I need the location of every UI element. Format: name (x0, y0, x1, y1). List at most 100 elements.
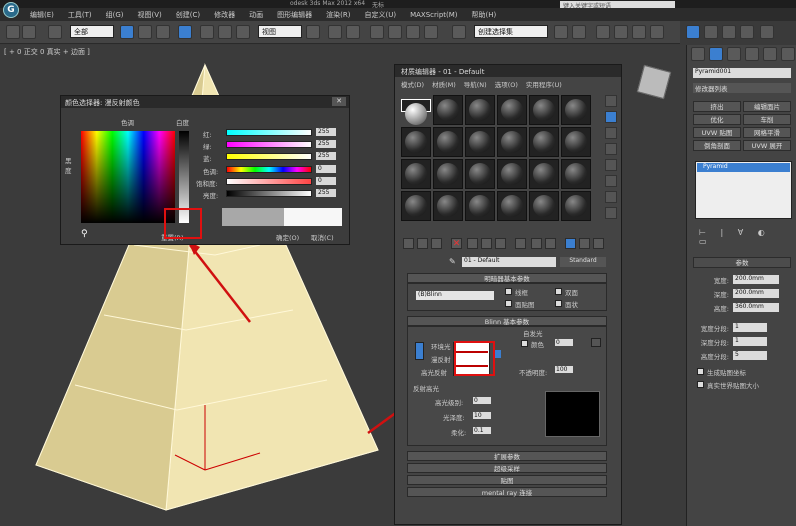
height-value[interactable]: 360.0mm (733, 303, 779, 312)
bevel-profile-button[interactable]: 倒角剖面 (693, 140, 741, 151)
material-map-navigator-icon[interactable] (593, 238, 604, 249)
assign-to-selection-icon[interactable] (431, 238, 442, 249)
hierarchy-tab-icon[interactable] (727, 47, 741, 61)
gen-mapping-checkbox[interactable] (697, 368, 704, 375)
width-value[interactable]: 200.0mm (733, 275, 779, 284)
selection-filter-dropdown[interactable]: 全部 (70, 25, 114, 38)
sample-slot[interactable] (561, 159, 591, 189)
glossiness-value[interactable]: 10 (473, 412, 491, 419)
snap-icon[interactable] (370, 25, 384, 39)
percent-snap-icon[interactable] (406, 25, 420, 39)
blue-value[interactable]: 255 (316, 152, 336, 160)
sample-slot[interactable] (497, 191, 527, 221)
background-icon[interactable] (605, 127, 617, 139)
value-slider[interactable] (226, 190, 312, 197)
lock-ambient-diffuse-icon[interactable] (415, 342, 424, 360)
sample-slot[interactable] (401, 159, 431, 189)
go-forward-icon[interactable] (579, 238, 590, 249)
mental-ray-rollout[interactable]: mental ray 连接 (407, 487, 607, 497)
shader-basic-params-header[interactable]: 明暗器基本参数 (407, 273, 607, 283)
motion-tab-icon[interactable] (745, 47, 759, 61)
self-illum-value[interactable]: 0 (555, 339, 573, 346)
me-menu-options[interactable]: 选项(O) (495, 79, 518, 90)
opacity-value[interactable]: 100 (555, 366, 573, 373)
menu-create[interactable]: 创建(C) (176, 10, 200, 20)
uvw-map-button[interactable]: UVW 贴图 (693, 127, 741, 138)
sample-slot[interactable] (465, 159, 495, 189)
sample-slot[interactable] (497, 127, 527, 157)
object-name-field[interactable]: Pyramid001 (693, 68, 791, 78)
real-world-checkbox[interactable] (697, 381, 704, 388)
sample-slot[interactable] (529, 159, 559, 189)
options-icon[interactable] (605, 191, 617, 203)
red-value[interactable]: 255 (316, 128, 336, 136)
edit-named-sel-icon[interactable] (452, 25, 466, 39)
pivot-icon[interactable] (306, 25, 320, 39)
extrude-button[interactable]: 挤出 (693, 101, 741, 112)
select-by-name-icon[interactable] (138, 25, 152, 39)
go-to-parent-icon[interactable] (565, 238, 576, 249)
rendered-frame-icon[interactable] (722, 25, 736, 39)
sample-slot[interactable] (529, 95, 559, 125)
hue-saturation-field[interactable] (81, 131, 175, 223)
material-name-field[interactable]: 01 - Default (462, 257, 556, 267)
material-editor-icon[interactable] (686, 25, 700, 39)
viewport-label[interactable]: [ + 0 正交 0 真实 + 边面 ] (4, 47, 90, 57)
keyboard-shortcut-icon[interactable] (346, 25, 360, 39)
put-to-scene-icon[interactable] (417, 238, 428, 249)
me-menu-modes[interactable]: 模式(D) (401, 79, 424, 90)
material-type-button[interactable]: Standard (560, 257, 606, 267)
show-shaded-icon[interactable] (531, 238, 542, 249)
move-icon[interactable] (200, 25, 214, 39)
utilities-tab-icon[interactable] (781, 47, 795, 61)
teapot-render-icon[interactable] (760, 25, 774, 39)
rotate-icon[interactable] (218, 25, 232, 39)
modifier-list-dropdown[interactable]: 修改器列表 (693, 83, 791, 93)
width-segs-value[interactable]: 1 (733, 323, 767, 332)
face-map-checkbox[interactable] (505, 300, 512, 307)
undo-icon[interactable] (6, 25, 20, 39)
shader-dropdown[interactable]: (B)Blinn (416, 291, 494, 300)
me-menu-navigation[interactable]: 导航(N) (464, 79, 487, 90)
self-illum-color-checkbox[interactable] (521, 340, 528, 347)
pick-material-icon[interactable]: ✎ (449, 257, 456, 266)
me-menu-material[interactable]: 材质(M) (432, 79, 456, 90)
menu-group[interactable]: 组(G) (106, 10, 124, 20)
sample-slot[interactable] (433, 127, 463, 157)
create-tab-icon[interactable] (691, 47, 705, 61)
ref-coord-dropdown[interactable]: 视图 (258, 25, 302, 38)
sample-slot[interactable] (433, 95, 463, 125)
mirror-icon[interactable] (554, 25, 568, 39)
redo-icon[interactable] (22, 25, 36, 39)
edit-patch-button[interactable]: 编辑面片 (743, 101, 791, 112)
angle-snap-icon[interactable] (388, 25, 402, 39)
stack-tools-icon[interactable]: ⊢ | ∀ ◐ ▭ (699, 228, 789, 246)
hue-slider[interactable] (226, 166, 312, 173)
parameters-header[interactable]: 参数 (693, 257, 791, 268)
me-menu-utilities[interactable]: 实用程序(U) (526, 79, 562, 90)
named-selection-dropdown[interactable]: 创建选择集 (474, 25, 548, 38)
render-setup-icon[interactable] (704, 25, 718, 39)
ok-button[interactable]: 确定(O) (276, 232, 299, 242)
make-copy-icon[interactable] (467, 238, 478, 249)
sample-slot[interactable] (465, 95, 495, 125)
uv-tiling-icon[interactable] (605, 143, 617, 155)
green-value[interactable]: 255 (316, 140, 336, 148)
menu-rendering[interactable]: 渲染(R) (326, 10, 350, 20)
material-id-icon[interactable] (515, 238, 526, 249)
height-segs-value[interactable]: 5 (733, 351, 767, 360)
window-crossing-icon[interactable] (178, 25, 192, 39)
extended-params-rollout[interactable]: 扩展参数 (407, 451, 607, 461)
faceted-checkbox[interactable] (555, 300, 562, 307)
make-unique-icon[interactable] (481, 238, 492, 249)
curve-editor-icon[interactable] (632, 25, 646, 39)
align-icon[interactable] (572, 25, 586, 39)
menu-edit[interactable]: 编辑(E) (30, 10, 54, 20)
soften-value[interactable]: 0.1 (473, 427, 491, 434)
green-slider[interactable] (226, 141, 312, 148)
supersampling-rollout[interactable]: 超级采样 (407, 463, 607, 473)
sample-slot[interactable] (401, 191, 431, 221)
sample-slot[interactable] (433, 159, 463, 189)
spec-level-value[interactable]: 0 (473, 397, 491, 404)
sample-slot[interactable] (561, 191, 591, 221)
